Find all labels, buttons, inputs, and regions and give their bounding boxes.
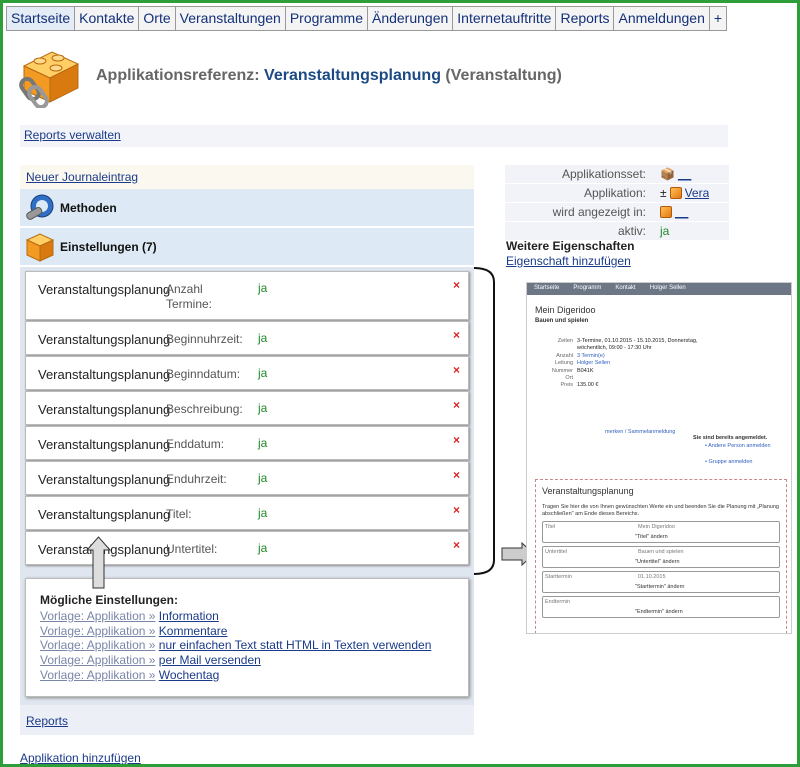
preview-detail-key: Ort [565,375,573,382]
preview-nav-item: Holger Sellen [649,285,686,291]
preview-nav: Startseite Programm Kontakt Holger Sellen [527,283,791,295]
preview-detail-value: B041K [577,367,594,374]
preview-planning-box: Veranstaltungsplanung Tragen Sie hier di… [535,479,787,633]
preview-detail-row: Leitung Holger Sellen [535,360,791,367]
preview-detail-row: Anzahl 3 Termin(e) [535,353,791,360]
preview-field-action: "Endtermin" ändern [635,609,683,615]
preview-nav-item: Kontakt [615,285,636,291]
settings-bracket [473,267,495,575]
preview-detail-value: 135.00 € [577,382,599,389]
preview-field-label: Starttermin [545,574,572,580]
preview-detail-row: Zeiten 3-Termine, 01.10.2015 - 15.10.2015… [535,338,791,353]
preview-detail-key: Nummer [551,367,573,374]
up-arrow-icon [85,536,112,589]
preview-detail-key: Leitung [554,360,573,367]
preview-detail-value: 3-Termine, 01.10.2015 - 15.10.2015, Donn… [577,338,698,352]
preview-field-value: Bauen und spielen [638,549,684,555]
preview-detail-key: Anzahl [556,352,573,359]
preview-registered-note: Sie sind bereits angemeldet. [693,435,768,441]
preview-box-title: Veranstaltungsplanung [542,486,634,496]
preview-nav-item: Startseite [534,285,560,291]
preview-field-action: "Starttermin" ändern [635,584,685,590]
frontend-preview: Startseite Programm Kontakt Holger Sellen M… [526,282,792,634]
preview-detail-value: 3 Termin(e) [577,352,605,359]
preview-field-value: 01.10.2015 [638,574,666,580]
preview-field: Untertitel Bauen und spielen "Untertitel" … [542,546,780,568]
preview-detail-row: Nummer B041K [535,368,791,375]
preview-field: Titel Mein Digeridoo "Titel" ändern [542,521,780,543]
preview-detail-value: Holger Sellen [577,360,611,367]
preview-title: Mein Digeridoo [535,305,596,315]
preview-detail-key: Zeiten [557,338,573,344]
preview-field-action: "Untertitel" ändern [635,559,680,565]
preview-field-label: Untertitel [545,549,568,555]
preview-detail-key: Preis [560,382,573,389]
preview-field: Starttermin 01.10.2015 "Starttermin" änder… [542,571,780,593]
preview-nav-item: Programm [573,285,602,291]
preview-subtitle: Bauen und spielen [535,318,589,324]
preview-box-text: Tragen Sie hier die von Ihnen gewünschte… [542,504,779,517]
preview-field: Endtermin "Endtermin" ändern [542,596,780,618]
preview-field-label: Endtermin [545,599,571,605]
preview-detail-row: Ort [535,375,791,382]
preview-field-value: Mein Digeridoo [638,524,675,530]
preview-remember-link: merken / Sammelanmeldung [605,429,676,435]
preview-group-link: • Gruppe anmelden [705,459,753,465]
preview-field-action: "Titel" ändern [635,534,668,540]
preview-field-label: Titel [545,524,556,530]
preview-other-person-link: • Andere Person anmelden [705,443,771,449]
preview-detail-row: Preis 135.00 € [535,382,791,389]
